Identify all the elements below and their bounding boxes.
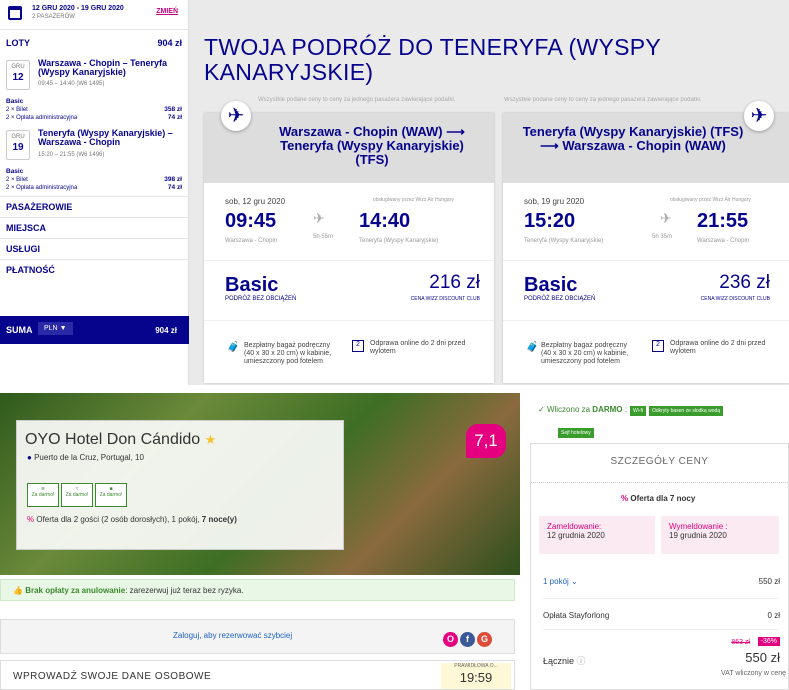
price-details: SZCZEGÓŁY CENY % Oferta dla 7 nocy Zamel… [530, 443, 789, 690]
calendar-icon [8, 6, 22, 20]
trip-summary: 12 GRU 2020 - 19 GRU 2020 2 PASAŻERÓW ZM… [0, 0, 188, 30]
checkout-box: Wymeldowanie :19 grudnia 2020 [661, 516, 779, 554]
fare-price: 216 zł [429, 272, 480, 293]
accordion-passengers[interactable]: PASAŻEROWIE [0, 196, 188, 217]
date-badge: GRU 12 [6, 60, 30, 90]
bag-icon: 🧳 [526, 342, 539, 353]
departure-time: 15:20 [524, 210, 576, 232]
flight-route: Warszawa - Chopin – Teneryfa (Wyspy Kana… [38, 58, 168, 77]
passenger-count: 2 PASAŻERÓW [32, 14, 75, 20]
rating-badge: 7,1 [466, 424, 506, 458]
accordion-payment[interactable]: PŁATNOŚĆ [0, 259, 188, 280]
flight-return: GRU 19 Teneryfa (Wyspy Kanaryjskie) – War… [0, 126, 188, 166]
date-badge: GRU 19 [6, 130, 30, 160]
rooms-toggle[interactable]: 1 pokój ⌄ [543, 577, 578, 586]
accordion-services[interactable]: USŁUGI [0, 238, 188, 259]
flight-time: 09:45 – 14:40 (W6 1495) [38, 81, 105, 87]
safe-amenity: ■ Za darmo! [95, 483, 127, 507]
oyo-icon[interactable]: O [443, 632, 458, 647]
login-bar: Zaloguj, aby rezerwować szybciej OfG [0, 619, 515, 654]
wifi-amenity: ≋ Za darmo! [27, 483, 59, 507]
check-circle-icon: ✓ [538, 405, 545, 414]
change-link[interactable]: ZMIEŃ [156, 8, 178, 15]
currency-select[interactable]: PLN ▼ [38, 322, 73, 335]
arrival-time: 14:40 [359, 210, 411, 232]
plane-icon: ✈ [313, 210, 325, 226]
free-cancel-banner: 👍 Brak opłaty za anulowanie: zarezerwuj … [0, 579, 515, 601]
amenities: ≋ Za darmo!≈ Za darmo!■ Za darmo! [27, 483, 129, 507]
fare-price: 236 zł [719, 272, 770, 293]
total-bar: SUMA PLN ▼ 904 zł [0, 316, 189, 344]
social-logins: OfG [441, 629, 492, 647]
hotel-name: OYO Hotel Don Cándido [25, 431, 201, 448]
included-free: ✓ Wliczono za DARMO : Wi-fi Odkryty basen … [538, 405, 724, 416]
flight-route: Teneryfa (Wyspy Kanaryjskie) – Warszawa … [38, 128, 173, 147]
fare-name: Basic [225, 274, 279, 296]
discount-badge: -36% [757, 637, 780, 646]
departure-time: 09:45 [225, 210, 277, 232]
flight-time: 15:20 – 21:55 (W6 1496) [38, 152, 105, 158]
timer: PRAWIDŁOWA O... 19:59 [441, 663, 511, 689]
checkin-icon: 2 [652, 340, 664, 352]
thumbs-up-icon: 👍 [13, 586, 23, 595]
accordion-seats[interactable]: MIEJSCA [0, 217, 188, 238]
bag-icon: 🧳 [227, 342, 240, 353]
fare-name: Basic [524, 274, 578, 296]
hotel-info-card: OYO Hotel Don Cándido ★ ● Puerto de la C… [16, 420, 344, 550]
personal-data-bar: WPROWADŹ SWOJE DANE OSOBOWE PRAWIDŁOWA O… [0, 660, 515, 690]
checkin-box: Zameldowanie: 12 grudnia 2020 [539, 516, 655, 554]
chevron-down-icon: ⌄ [571, 577, 578, 586]
page-title: TWOJA PODRÓŻ DO TENERYFA (WYSPY KANARYJS… [204, 34, 661, 85]
pool-amenity: ≈ Za darmo! [61, 483, 93, 507]
google-icon[interactable]: G [477, 632, 492, 647]
plane-icon: ✈ [660, 210, 672, 226]
plane-icon: ✈ [744, 101, 774, 131]
percent-icon: % [27, 515, 35, 524]
total-price: 550 zł [745, 650, 780, 665]
arrival-time: 21:55 [697, 210, 749, 232]
percent-icon: % [621, 494, 629, 503]
trip-dates: 12 GRU 2020 - 19 GRU 2020 [32, 5, 124, 12]
hotel-address: Puerto de la Cruz, Portugal, 10 [34, 453, 144, 462]
plane-icon: ✈ [221, 101, 251, 131]
location-pin-icon: ● [27, 453, 32, 462]
login-link[interactable]: Zaloguj, aby rezerwować szybciej [173, 631, 292, 640]
star-icon: ★ [204, 432, 217, 447]
facebook-icon[interactable]: f [460, 632, 475, 647]
chevron-down-icon: ▼ [59, 325, 67, 332]
checkin-icon: 2 [352, 340, 364, 352]
flight-outbound: GRU 12 Warszawa - Chopin – Teneryfa (Wysp… [0, 56, 188, 96]
flights-header: LOTY 904 zł [6, 38, 182, 48]
help-icon: ⓘ [576, 656, 586, 666]
